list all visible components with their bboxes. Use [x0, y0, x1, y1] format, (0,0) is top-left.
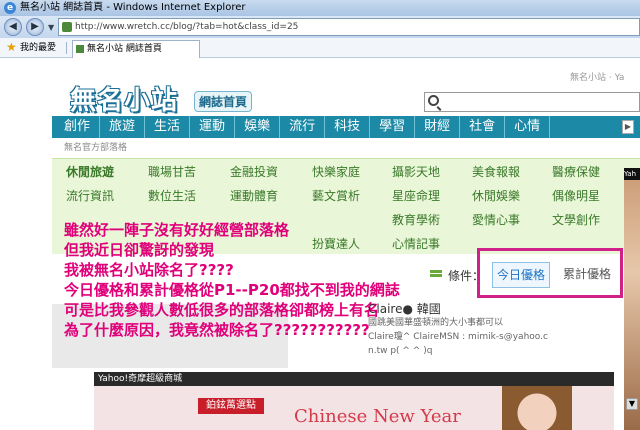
annotation-line: 我被無名小站除名了???? [64, 261, 234, 279]
advertisement-banner[interactable]: Yahoo!奇摩超級商城 鉑鉉萬選點 Chinese New Year [94, 372, 614, 430]
back-arrow-icon[interactable]: ◀ [4, 18, 22, 36]
ad-header: Yahoo!奇摩超級商城 [94, 372, 614, 386]
annotation-line: 但我近日卻驚訝的發現 [64, 241, 215, 259]
side-ad-label: Yah [624, 168, 640, 180]
subcategory-link[interactable]: 文學創作 [552, 211, 600, 228]
blog-description: Claire瓊^ ClaireMSN : mimik-s@yahoo.c [368, 332, 548, 342]
category-life[interactable]: 生活 [145, 116, 191, 138]
blog-list-item[interactable]: Claire● 韓國 國跳美國華盛頓洲的大小事都可以 Claire瓊^ Clai… [368, 302, 618, 358]
subcategory-link[interactable]: 運動體育 [230, 187, 278, 204]
favorites-button[interactable]: 我的最愛 [20, 38, 56, 58]
address-row: ◀ ▶ ▼ http://www.wretch.cc/blog/?tab=hot… [0, 16, 640, 38]
ad-button[interactable]: 鉑鉉萬選點 [198, 398, 264, 414]
side-ad-image[interactable] [624, 168, 640, 430]
subcategory-link[interactable]: 美食報報 [472, 163, 520, 180]
subcategory-link[interactable]: 休閒娛樂 [472, 187, 520, 204]
category-creation[interactable]: 創作 [52, 116, 101, 138]
scroll-right-arrow-icon[interactable]: ▶ [622, 120, 634, 134]
category-entertainment[interactable]: 娛樂 [235, 116, 281, 138]
category-society[interactable]: 社會 [460, 116, 506, 138]
favorites-star-icon[interactable]: ★ [6, 41, 17, 53]
subcategory-link[interactable]: 流行資訊 [66, 187, 114, 204]
ie-logo-icon: e [4, 2, 16, 14]
subcategory-link[interactable]: 休閒旅遊 [66, 163, 114, 180]
blog-description: 國跳美國華盛頓洲的大小事都可以 [368, 318, 504, 328]
ad-model-image [502, 386, 572, 430]
toolbar-divider [66, 42, 67, 54]
subcategory-link[interactable]: 職場甘苦 [148, 163, 196, 180]
address-url: http://www.wretch.cc/blog/?tab=hot&class… [75, 22, 299, 32]
subcategory-link[interactable]: 數位生活 [148, 187, 196, 204]
forward-arrow-icon[interactable]: ▶ [26, 18, 44, 36]
subcategory-link[interactable]: 攝影天地 [392, 163, 440, 180]
category-finance[interactable]: 財經 [415, 116, 461, 138]
browser-tab[interactable]: 無名小站 網誌首頁 [72, 40, 200, 58]
breadcrumb[interactable]: 無名官方部落格 [64, 140, 127, 153]
tab-title: 無名小站 網誌首頁 [87, 44, 162, 54]
site-favicon-icon [62, 22, 72, 32]
category-tech[interactable]: 科技 [325, 116, 371, 138]
window-title: 無名小站 網誌首頁 - Windows Internet Explorer [20, 2, 246, 13]
subcategory-link[interactable]: 偶像明星 [552, 187, 600, 204]
category-learning[interactable]: 學習 [370, 116, 416, 138]
subcategory-link[interactable]: 快樂家庭 [312, 163, 360, 180]
annotation-line: 雖然好一陣子沒有好好經營部落格 [64, 221, 290, 239]
blog-home-badge[interactable]: 網誌首頁 [194, 91, 253, 112]
address-bar[interactable]: http://www.wretch.cc/blog/?tab=hot&class… [58, 18, 640, 36]
history-dropdown-icon[interactable]: ▼ [48, 23, 54, 32]
web-page: 無名小站 網誌首頁 無名小站 · Ya 創作 旅遊 生活 運動 娛樂 流行 科技… [0, 58, 640, 430]
favorites-bar: ★ 我的最愛 無名小站 網誌首頁 [0, 38, 640, 58]
blog-name[interactable]: Claire● 韓國 [368, 302, 618, 316]
list-icon [430, 270, 442, 280]
window-titlebar: e 無名小站 網誌首頁 - Windows Internet Explorer [0, 0, 640, 16]
tab-favicon-icon [76, 45, 84, 53]
subcategory-link[interactable]: 醫療保健 [552, 163, 600, 180]
ad-title: Chinese New Year [294, 406, 461, 427]
subcategory-link[interactable]: 金融投資 [230, 163, 278, 180]
search-icon[interactable] [428, 95, 439, 106]
category-travel[interactable]: 旅遊 [100, 116, 146, 138]
blog-description: n.tw p( ^ ^ )q [368, 346, 433, 356]
tab-today-ranking[interactable]: 今日優格 [492, 262, 550, 288]
scroll-down-arrow-icon[interactable]: ▼ [626, 398, 638, 410]
category-mood[interactable]: 心情 [505, 116, 551, 138]
top-right-links[interactable]: 無名小站 · Ya [570, 70, 624, 83]
annotation-line: 今日優格和累計優格從P1--P20都找不到我的網誌 [64, 281, 400, 299]
tab-total-ranking[interactable]: 累計優格 [558, 262, 616, 288]
site-logo[interactable]: 無名小站 [70, 80, 178, 117]
category-fashion[interactable]: 流行 [280, 116, 326, 138]
subcategory-link[interactable]: 藝文賞析 [312, 187, 360, 204]
search-input[interactable] [424, 92, 640, 112]
category-nav: 創作 旅遊 生活 運動 娛樂 流行 科技 學習 財經 社會 心情 [52, 116, 640, 138]
category-sports[interactable]: 運動 [190, 116, 236, 138]
subcategory-link[interactable]: 愛情心事 [472, 211, 520, 228]
subcategory-link[interactable]: 星座命理 [392, 187, 440, 204]
